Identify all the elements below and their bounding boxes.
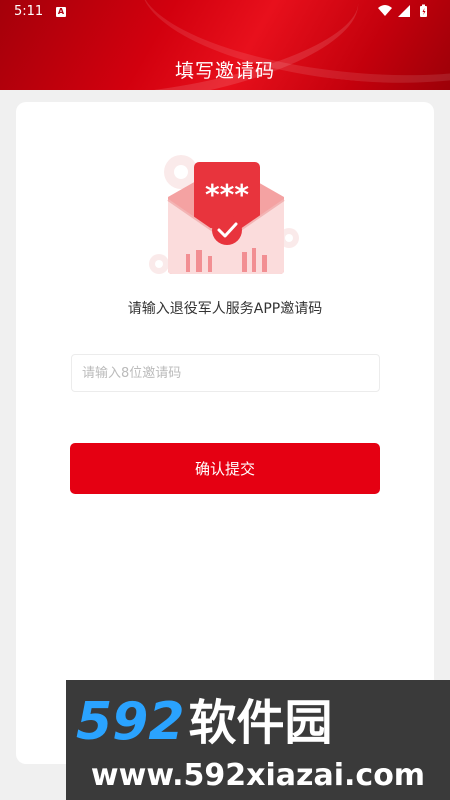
page-title: 填写邀请码 xyxy=(174,60,275,82)
battery-icon xyxy=(420,4,427,17)
invite-code-input[interactable] xyxy=(71,354,380,392)
app-header: 5:11 A 填写邀请码 xyxy=(0,0,450,90)
notification-badge-icon: A xyxy=(56,7,66,17)
status-icons xyxy=(378,4,427,17)
watermark-brand-text: 软件园 xyxy=(188,695,333,751)
status-bar: 5:11 A xyxy=(0,0,450,24)
invite-illustration: *** xyxy=(149,155,299,274)
wifi-icon xyxy=(378,5,392,16)
watermark-overlay: 592软件园 www.592xiazai.com xyxy=(66,680,450,800)
confirm-submit-button[interactable]: 确认提交 xyxy=(70,443,380,494)
invite-card: *** 请输入退役军人服务APP邀请码 确认提交 xyxy=(16,102,434,764)
signal-icon xyxy=(398,5,410,17)
watermark-brand-number: 592 xyxy=(76,692,185,752)
masked-code: *** xyxy=(205,178,249,211)
check-badge-icon xyxy=(212,215,242,245)
status-time: 5:11 xyxy=(14,4,44,19)
invite-description: 请输入退役军人服务APP邀请码 xyxy=(127,301,323,317)
watermark-url: www.592xiazai.com xyxy=(90,758,426,793)
watermark-brand: 592软件园 xyxy=(76,692,440,752)
